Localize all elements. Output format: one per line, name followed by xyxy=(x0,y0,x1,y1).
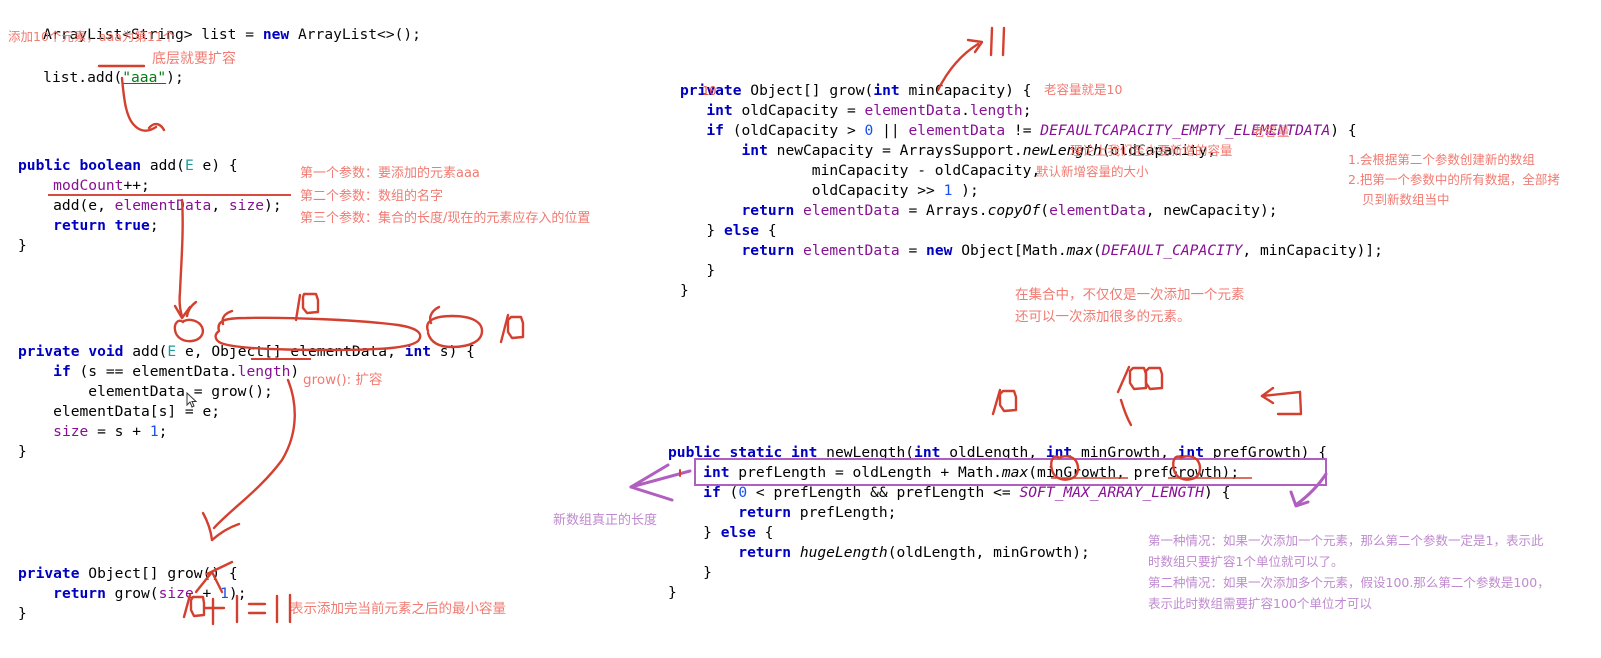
copyof-note-2: 2.把第一个参数中的所有数据，全部拷 xyxy=(1348,172,1560,187)
length-strike xyxy=(251,358,311,360)
line-number-10: 10 xyxy=(702,84,717,98)
mouse-cursor xyxy=(186,392,198,408)
add-call-underline xyxy=(48,194,291,196)
grow-note: grow(): 扩容 xyxy=(303,372,383,388)
pref-length-note: 新数组真正的长度 xyxy=(553,513,658,528)
pref-growth-note: 默认新增容量的大小 xyxy=(1036,164,1149,179)
case-note-3: 第二种情况：如果一次添加多个元素，假设100.那么第二个参数是100， xyxy=(1148,575,1550,590)
usage-comment-1: 添加10个元素，aaa为第11个 xyxy=(8,29,176,44)
add-param-note-1: 第一个参数：要添加的元素aaa xyxy=(300,166,480,181)
method-add-public: public boolean add(E e) { modCount++; ad… xyxy=(18,157,282,254)
method-grow-noarg: private Object[] grow() { return grow(si… xyxy=(18,565,247,622)
method-grow-mincapacity: private Object[] grow(int minCapacity) {… xyxy=(680,82,1383,299)
case-note-4: 表示此时数组需要扩容100个单位才可以 xyxy=(1148,596,1372,611)
grow-min-capacity-note: 表示添加完当前元素之后的最小容量 xyxy=(290,601,506,617)
method-add-private: private void add(E e, Object[] elementDa… xyxy=(18,343,475,460)
copyof-note-3: 贝到新数组当中 xyxy=(1362,192,1450,207)
copyof-note-1: 1.会根据第二个参数创建新的数组 xyxy=(1348,152,1535,167)
old-capacity-note: 老容量就是10 xyxy=(1044,82,1123,97)
add-param-note-3: 第三个参数：集合的长度/现在的元素应存入的位置 xyxy=(300,211,591,226)
pref-length-highlight-box xyxy=(694,458,1327,486)
case-note-1: 第一种情况：如果一次添加一个元素，那么第二个参数一定是1，表示此 xyxy=(1148,533,1544,548)
old-capacity-note-2: 老容量 xyxy=(1252,124,1290,139)
min-growth-note: 理论上我们至少要新增的容量 xyxy=(1070,143,1233,158)
usage-comment-2: 底层就要扩容 xyxy=(152,51,236,67)
add-param-note-2: 第二个参数：数组的名字 xyxy=(300,189,444,204)
case-note-2: 时数组只要扩容1个单位就可以了。 xyxy=(1148,554,1344,569)
collection-note-2: 还可以一次添加很多的元素。 xyxy=(1015,309,1191,325)
collection-note-1: 在集合中，不仅仅是一次添加一个元素 xyxy=(1015,287,1245,303)
